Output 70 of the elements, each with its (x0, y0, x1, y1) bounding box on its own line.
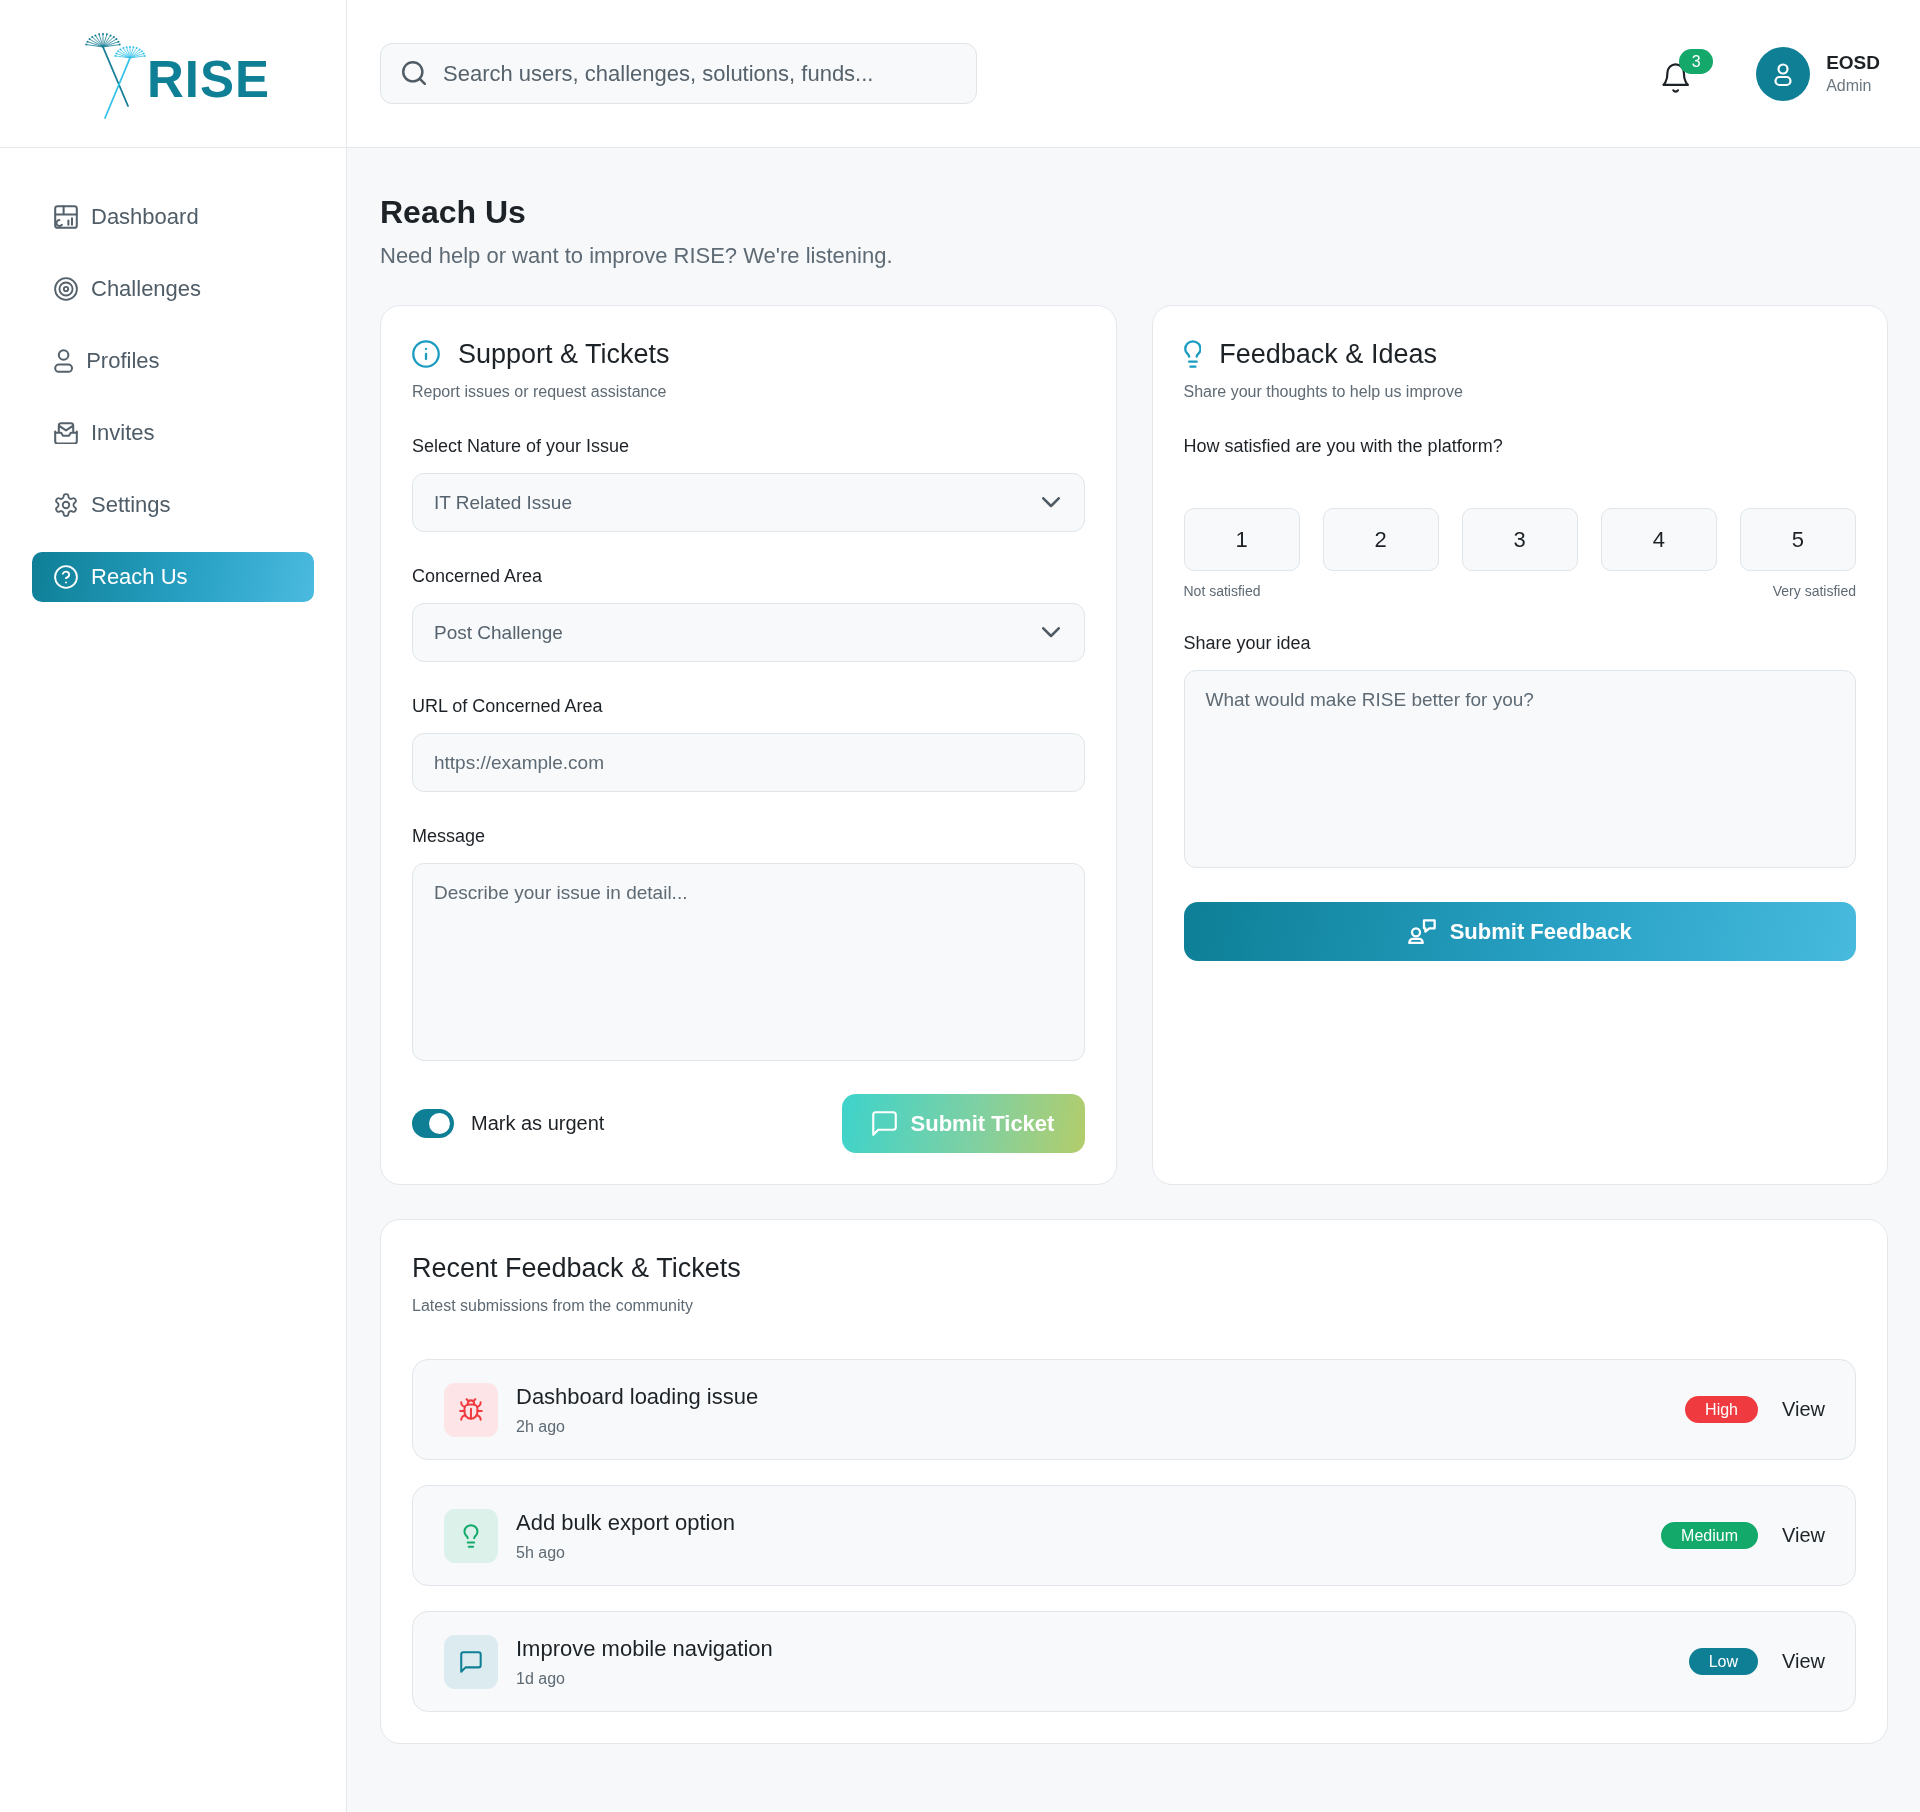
user-name: EOSD (1826, 50, 1880, 75)
logo-text: RISE (147, 53, 271, 105)
chat-bubble-icon (871, 1111, 897, 1136)
avatar-icon[interactable] (1756, 46, 1811, 101)
nav-item[interactable]: Profiles (32, 336, 314, 386)
help-icon (54, 565, 78, 589)
nav-item[interactable]: Settings (32, 480, 314, 530)
field-label: Message (412, 825, 487, 848)
field-label: URL of Concerned Area (412, 695, 604, 718)
message-field[interactable]: Describe your issue in detail... (412, 863, 1085, 1061)
search-icon (402, 61, 426, 85)
scale-label: Not satisfied (1183, 582, 1261, 600)
nav-item[interactable]: Challenges (32, 264, 314, 314)
card-title: Recent Feedback & Tickets (412, 1252, 742, 1285)
nav-item[interactable]: Reach Us (32, 552, 314, 602)
nav-item[interactable]: Invites (32, 408, 314, 458)
inbox-icon (54, 421, 78, 445)
lightbulb-icon (1183, 340, 1202, 368)
bug-icon (444, 1382, 498, 1437)
view-link[interactable]: View (1782, 1650, 1825, 1673)
priority-badge: Low (1688, 1648, 1758, 1675)
toggle-switch[interactable] (412, 1109, 454, 1138)
page-title: Reach Us (380, 193, 527, 232)
person-icon (54, 349, 74, 373)
rating-button[interactable]: 4 (1600, 508, 1717, 571)
dashboard-icon (54, 205, 78, 229)
card-subtitle: Report issues or request assistance (412, 382, 668, 402)
submission-title: Add bulk export option (516, 1508, 735, 1537)
settings-icon (54, 493, 78, 517)
field-label: Share your idea (1183, 632, 1312, 655)
toggle-label: Mark as urgent (471, 1112, 605, 1135)
submission-time: 2h ago (516, 1416, 566, 1437)
bell-icon[interactable] (1662, 63, 1690, 93)
priority-badge: High (1685, 1396, 1758, 1423)
submission-time: 5h ago (516, 1542, 566, 1563)
submission-time: 1d ago (516, 1668, 566, 1689)
dropdown[interactable]: IT Related Issue (412, 473, 1085, 532)
nav-item[interactable]: Dashboard (32, 192, 314, 242)
view-link[interactable]: View (1782, 1524, 1825, 1547)
lightbulb-icon (444, 1508, 498, 1563)
chat-bubble-icon (444, 1634, 498, 1689)
rating-button[interactable]: 5 (1739, 508, 1856, 571)
dropdown[interactable]: Post Challenge (412, 603, 1085, 662)
submission-title: Improve mobile navigation (516, 1634, 773, 1663)
card-subtitle: Share your thoughts to help us improve (1183, 382, 1464, 402)
field-label: Select Nature of your Issue (412, 435, 631, 458)
input-field[interactable]: https://example.com (412, 733, 1085, 792)
rating-question: How satisfied are you with the platform? (1183, 435, 1504, 458)
chevron-down-icon (1041, 627, 1060, 638)
idea-field[interactable]: What would make RISE better for you? (1183, 670, 1856, 868)
card-title: Feedback & Ideas (1219, 338, 1437, 371)
target-icon (54, 277, 78, 301)
notification-badge: 3 (1679, 49, 1714, 74)
card-title: Support & Tickets (458, 338, 670, 371)
field-label: Concerned Area (412, 565, 544, 588)
submission-title: Dashboard loading issue (516, 1382, 759, 1411)
rating-button[interactable]: 1 (1183, 508, 1300, 571)
chevron-down-icon (1041, 497, 1060, 508)
scale-label: Very satisfied (1772, 582, 1856, 600)
search-field[interactable]: Search users, challenges, solutions, funds... (380, 43, 977, 104)
page-subtitle: Need help or want to improve RISE? We're listening. (380, 242, 894, 270)
user-role: Admin (1826, 75, 1873, 96)
rating-button[interactable]: 2 (1322, 508, 1439, 571)
card-subtitle: Latest submissions from the community (412, 1296, 694, 1316)
priority-badge: Medium (1661, 1522, 1758, 1549)
dandelion-icon (84, 31, 146, 120)
person-speech-icon (1407, 918, 1436, 945)
view-link[interactable]: View (1782, 1398, 1825, 1421)
info-icon (412, 340, 440, 368)
rating-button[interactable]: 3 (1461, 508, 1578, 571)
